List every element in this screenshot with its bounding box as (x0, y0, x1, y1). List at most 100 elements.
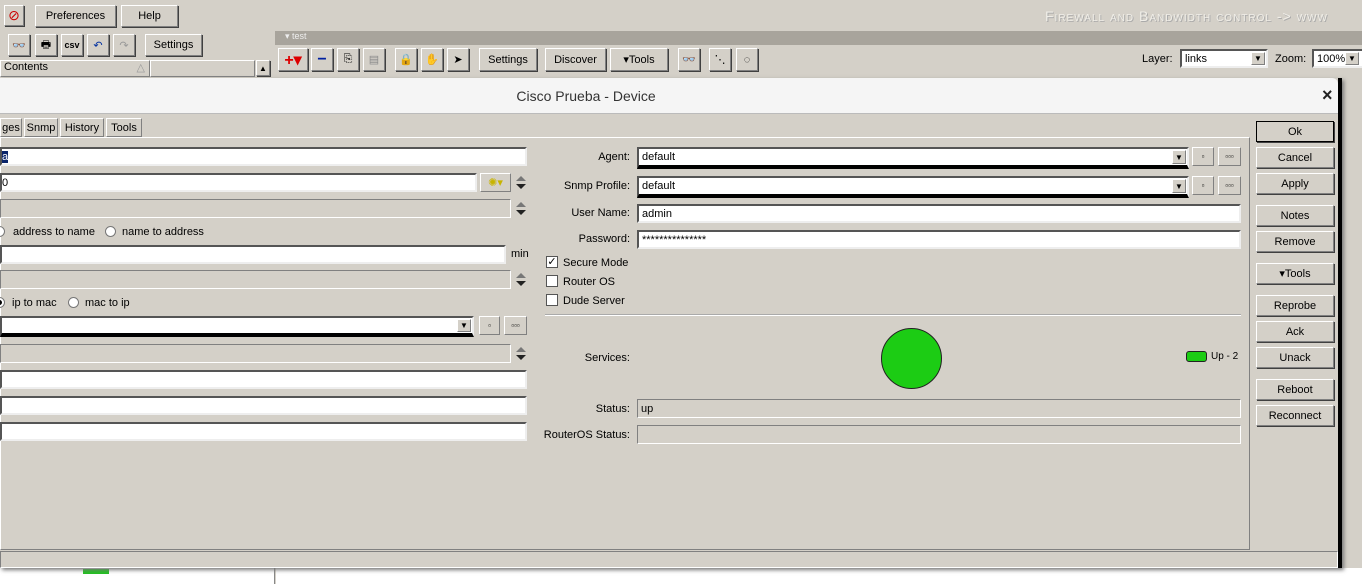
address-field[interactable]: 0 (0, 173, 477, 192)
interval-field[interactable] (0, 245, 506, 264)
reconnect-button[interactable]: Reconnect (1256, 405, 1334, 426)
agent-label: Agent: (598, 151, 630, 163)
ack-button[interactable]: Ack (1256, 321, 1334, 342)
select-list-button[interactable]: ▫▫▫ (504, 316, 527, 335)
tab-tools[interactable]: Tools (106, 118, 142, 137)
preferences-button[interactable]: Preferences (35, 5, 116, 27)
agent-list-button[interactable]: ▫▫▫ (1218, 147, 1241, 166)
pointer-icon[interactable]: ➤ (447, 48, 469, 71)
chevron-down-icon: ▼ (1251, 52, 1265, 65)
map-canvas (276, 568, 1362, 584)
router-os-label: Router OS (563, 276, 615, 288)
chevron-down-icon: ▼ (1345, 52, 1359, 65)
dude-server-checkbox[interactable] (546, 294, 558, 306)
agent-edit-button[interactable]: ▫ (1192, 147, 1214, 166)
radio-label: name to address (122, 226, 204, 238)
unack-button[interactable]: Unack (1256, 347, 1334, 368)
left-select[interactable]: ▼ (0, 316, 474, 337)
map-tools-button[interactable]: ▾ Tools (610, 48, 668, 71)
contents-header[interactable]: Contents △ (0, 60, 150, 77)
radio-label: address to name (13, 226, 95, 238)
routeros-status-field (637, 425, 1241, 444)
dialog-title: Cisco Prueba - Device (516, 88, 656, 104)
tab-messages[interactable]: ges (0, 118, 22, 137)
help-button[interactable]: Help (121, 5, 178, 27)
close-icon[interactable]: × (1322, 85, 1333, 106)
text-field-1[interactable] (0, 370, 527, 389)
map-title-bar: ▾ test (275, 31, 1362, 45)
services-label: Services: (584, 352, 630, 364)
column-header[interactable] (150, 60, 255, 77)
radio-mac-to-ip[interactable] (68, 297, 79, 308)
select-edit-button[interactable]: ▫ (479, 316, 500, 335)
tools-button[interactable]: ▾ Tools (1256, 263, 1334, 284)
lock-icon[interactable]: 🔒 (395, 48, 417, 71)
text-field-3[interactable] (0, 422, 527, 441)
left-list (0, 568, 275, 584)
zoom-select[interactable]: 100% ▼ (1312, 49, 1362, 68)
map-settings-button[interactable]: Settings (479, 48, 537, 71)
snmp-profile-label: Snmp Profile: (563, 180, 630, 192)
user-name-label: User Name: (571, 207, 630, 219)
paste-icon[interactable]: ▤ (363, 48, 385, 71)
spinner-icon[interactable] (515, 272, 527, 288)
sort-icon: △ (136, 62, 145, 74)
password-label: Password: (578, 233, 630, 245)
remove-icon[interactable]: − (311, 48, 333, 71)
password-field[interactable]: *************** (637, 230, 1241, 249)
name-field[interactable]: a (0, 147, 527, 166)
remove-button[interactable]: Remove (1256, 231, 1334, 252)
disconnect-icon[interactable]: ⊘ (4, 5, 24, 26)
notes-button[interactable]: Notes (1256, 205, 1334, 226)
legend-swatch (1186, 351, 1207, 362)
link-icon[interactable]: ⋱ (709, 48, 731, 71)
scroll-up-button[interactable]: ▲ (256, 60, 270, 76)
reboot-button[interactable]: Reboot (1256, 379, 1334, 400)
snmp-list-button[interactable]: ▫▫▫ (1218, 176, 1241, 195)
radio-label: ip to mac (12, 297, 57, 309)
disabled-field-2 (0, 270, 511, 289)
radio-label: mac to ip (85, 297, 130, 309)
layer-label: Layer: (1142, 53, 1173, 65)
layer-select[interactable]: links ▼ (1180, 49, 1268, 68)
network-icon[interactable]: ◌ (736, 48, 758, 71)
agent-select[interactable]: default ▼ (637, 147, 1189, 169)
disabled-field-1 (0, 199, 511, 218)
find-icon[interactable]: 👓 (8, 34, 30, 56)
settings-button[interactable]: Settings (145, 34, 202, 56)
radio-name-to-address[interactable] (105, 226, 116, 237)
device-node[interactable] (83, 569, 109, 574)
secure-mode-checkbox[interactable]: ✓ (546, 256, 558, 268)
csv-button[interactable]: csv (61, 34, 83, 56)
chevron-down-icon: ▼ (1172, 179, 1186, 193)
hand-icon[interactable]: ✋ (421, 48, 443, 71)
cancel-button[interactable]: Cancel (1256, 147, 1334, 168)
reprobe-button[interactable]: Reprobe (1256, 295, 1334, 316)
undo-icon[interactable]: ↶ (87, 34, 109, 56)
secure-mode-label: Secure Mode (563, 257, 629, 269)
redo-icon[interactable]: ↷ (113, 34, 135, 56)
lookup-icon[interactable]: ✺▾ (480, 173, 511, 192)
router-os-checkbox[interactable] (546, 275, 558, 287)
collapse-icon: ▾ (285, 31, 293, 41)
snmp-edit-button[interactable]: ▫ (1192, 176, 1214, 195)
tab-snmp[interactable]: Snmp (24, 118, 58, 137)
add-icon[interactable]: +▾ (278, 48, 308, 71)
banner: Firewall and Bandwidth control -> www (1045, 8, 1328, 24)
apply-button[interactable]: Apply (1256, 173, 1334, 194)
services-pie (881, 328, 942, 389)
snmp-profile-select[interactable]: default ▼ (637, 176, 1189, 198)
legend-label: Up - 2 (1211, 351, 1239, 362)
discover-button[interactable]: Discover (545, 48, 606, 71)
map-find-icon[interactable]: 👓 (678, 48, 700, 71)
user-name-field[interactable]: admin (637, 204, 1241, 223)
chevron-down-icon: ▼ (457, 319, 471, 332)
tab-history[interactable]: History (60, 118, 104, 137)
ok-button[interactable]: Ok (1256, 121, 1334, 142)
min-label: min (511, 248, 529, 260)
text-field-2[interactable] (0, 396, 527, 415)
status-bar (0, 551, 1338, 568)
copy-icon[interactable]: ⎘ (337, 48, 359, 71)
dude-server-label: Dude Server (563, 295, 625, 307)
print-icon[interactable]: 🖶 (35, 34, 57, 56)
